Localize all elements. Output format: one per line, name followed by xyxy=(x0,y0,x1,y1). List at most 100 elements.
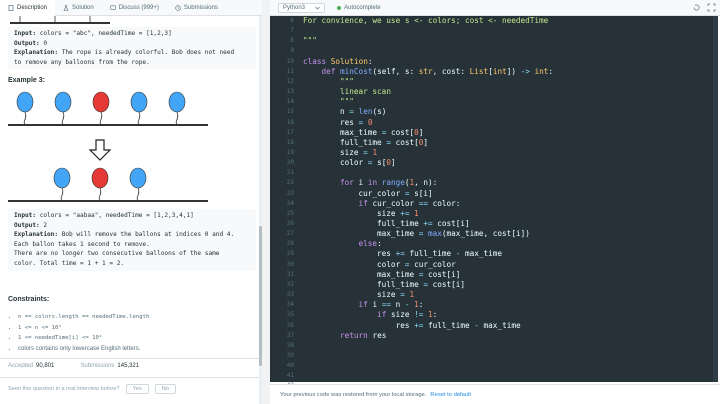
code-line: for i in range(1, n): xyxy=(340,178,438,188)
input-label: Input: xyxy=(14,30,37,37)
reset-to-default-link[interactable]: Reset to default xyxy=(430,392,471,398)
example3-title: Example 3: xyxy=(8,77,45,84)
submissions-value: 145,321 xyxy=(117,363,140,369)
output-value: 0 xyxy=(43,39,48,47)
restore-message: Your previous code was restored from you… xyxy=(280,391,427,398)
constraint-item: n == colors.length == neededTime.length xyxy=(18,312,149,323)
line-number: 30 xyxy=(286,260,294,268)
line-number: 29 xyxy=(286,250,294,258)
autocomplete-toggle[interactable]: Autocomplete xyxy=(337,5,381,11)
constraint-item: 1 <= neededTime[i] <= 10⁴ xyxy=(18,333,149,344)
submissions-stat: Submissions 145,321 xyxy=(80,363,139,369)
code-line: if cur_color == color: xyxy=(358,198,461,208)
accepted-label: Accepted xyxy=(8,363,34,369)
code-line: else: xyxy=(358,239,382,249)
line-number: 24 xyxy=(286,199,294,207)
example3-balloon-illustration xyxy=(8,91,208,202)
arrow-down-icon xyxy=(88,139,112,161)
line-number: 40 xyxy=(286,362,294,370)
constraints-title: Constraints: xyxy=(8,296,50,303)
line-number: 11 xyxy=(286,67,294,75)
code-line: linear scan xyxy=(340,87,391,97)
code-editor[interactable]: 6 For convience, we use s <- colors; cost… xyxy=(287,16,718,404)
line-number: 14 xyxy=(286,98,294,106)
autocomplete-status-dot xyxy=(337,5,342,10)
accepted-stat: Accepted 90,801 xyxy=(8,363,54,369)
line-number: 25 xyxy=(286,209,294,217)
tab-discuss[interactable]: Discuss (999+) xyxy=(102,0,167,16)
line-number: 9 xyxy=(290,47,294,55)
document-icon xyxy=(8,4,14,11)
line-number: 13 xyxy=(286,88,294,96)
line-number: 19 xyxy=(286,148,294,156)
rope xyxy=(8,200,208,202)
code-line: size = 1 xyxy=(303,290,415,300)
tab-discuss-label: Discuss (999+) xyxy=(118,4,159,11)
code-line: def minCost(self, s: str, cost: List[int… xyxy=(321,66,554,76)
accepted-value: 90,801 xyxy=(36,363,55,369)
code-line: if i == n - 1: xyxy=(358,300,424,310)
line-number: 7 xyxy=(290,27,294,35)
line-number: 27 xyxy=(286,230,294,238)
chat-icon xyxy=(109,5,116,10)
code-line: cur_color = s[i] xyxy=(303,188,433,198)
editor-scrollbar[interactable] xyxy=(713,16,718,382)
editor-status-bar: Your previous code was restored from you… xyxy=(270,384,720,404)
tab-solution[interactable]: Solution xyxy=(55,0,102,16)
input-value: colors = "abc", neededTime = [1,2,3] xyxy=(39,30,172,37)
language-select[interactable]: Python3 xyxy=(278,2,326,13)
line-number: 34 xyxy=(286,301,294,309)
red-balloon xyxy=(91,167,109,201)
code-line: color = s[0] xyxy=(303,158,396,168)
tab-description[interactable]: Description xyxy=(0,0,56,16)
line-number: 31 xyxy=(286,270,294,278)
line-number: 26 xyxy=(286,220,294,227)
line-number: 21 xyxy=(286,169,294,177)
constraint-text: colors contains only lowercase English l… xyxy=(18,345,141,352)
constraint-item: colors contains only lowercase English l… xyxy=(18,344,149,355)
problem-tabs: Description Solution Discuss (999+) Subm… xyxy=(0,0,262,16)
reset-icon[interactable] xyxy=(692,3,701,12)
line-number: 38 xyxy=(286,341,294,349)
code-line: return res xyxy=(340,330,387,340)
line-number: 16 xyxy=(286,118,294,126)
line-number: 32 xyxy=(286,280,294,288)
stats-row: Accepted 90,801 Submissions 145,321 xyxy=(8,363,139,369)
constraint-text: 1 <= n <= 10⁵ xyxy=(18,324,62,331)
explanation-line2: Each ballon takes 1 second to remove. xyxy=(14,240,150,248)
constraints-list: n == colors.length == neededTime.length … xyxy=(18,312,149,354)
red-balloon xyxy=(92,91,110,125)
fullscreen-icon[interactable] xyxy=(707,3,716,12)
explanation-text: The rope is already colorful. Bob does n… xyxy=(61,49,235,57)
chevron-down-icon xyxy=(315,6,320,9)
code-line: """ xyxy=(303,36,317,46)
line-number: 41 xyxy=(286,372,294,380)
clock-icon xyxy=(175,4,181,11)
blue-balloon xyxy=(54,91,72,125)
no-button[interactable]: No xyxy=(154,384,176,394)
code-line: res = 0 xyxy=(303,117,373,127)
code-line: full_time += cost[i] xyxy=(303,219,470,228)
line-number: 8 xyxy=(290,37,294,45)
line-number: 20 xyxy=(286,159,294,167)
output-label: Output: xyxy=(14,39,40,47)
code-line: """ xyxy=(340,76,354,86)
tab-solution-label: Solution xyxy=(72,4,94,11)
interview-prompt: Seen this question in a real interview b… xyxy=(8,384,176,394)
tab-submissions-label: Submissions xyxy=(183,4,218,11)
interview-question: Seen this question in a real interview b… xyxy=(8,386,120,392)
line-number: 15 xyxy=(286,108,294,116)
description-pane: Description Solution Discuss (999+) Subm… xyxy=(0,0,262,404)
code-line: full_time = cost[0] xyxy=(303,137,429,147)
code-line: max_time = max(max_time, cost[i]) xyxy=(303,229,530,239)
tab-submissions[interactable]: Submissions xyxy=(167,0,226,16)
pane-resize-handle[interactable] xyxy=(262,0,270,404)
line-number: 17 xyxy=(286,128,294,136)
line-number: 23 xyxy=(286,189,294,197)
yes-button[interactable]: Yes xyxy=(125,384,149,394)
explanation-line4: color. Total time = 1 + 1 = 2. xyxy=(14,259,125,267)
output-label: Output: xyxy=(14,221,40,229)
code-line: n = len(s) xyxy=(303,107,387,117)
blue-balloon xyxy=(129,167,147,201)
explanation-line3: There are no longer two consecutive ball… xyxy=(14,250,220,258)
